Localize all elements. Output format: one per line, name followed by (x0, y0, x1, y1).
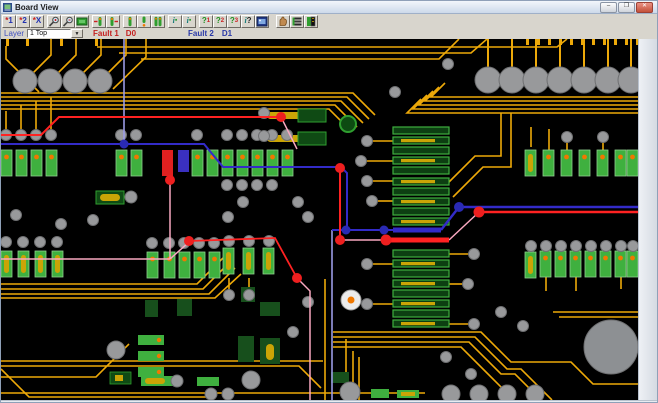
green-via (340, 116, 356, 132)
maximize-button[interactable]: ❐ (618, 2, 635, 13)
testpoint-single-button[interactable] (123, 15, 137, 28)
query-info-button[interactable]: i? (241, 15, 255, 28)
zoom-in-button[interactable] (47, 15, 61, 28)
toolbar: *1 *2 *X i▪ i▪ ?1 ?2 ?3 i? (1, 14, 657, 28)
app-icon (3, 3, 12, 12)
window-frame-right (638, 39, 657, 400)
layers-icon (291, 16, 303, 27)
board-canvas[interactable] (1, 39, 638, 400)
fault2-highlighted-pad (178, 150, 189, 172)
layer-bar: Layer 1 Top ▼ Fault 1 D0 Fault 2 D1 (1, 28, 657, 39)
fault1-net-name: D0 (126, 29, 136, 38)
fault1-highlighted-pad (162, 150, 173, 176)
zoom-out-icon (62, 16, 74, 27)
hand-icon (277, 16, 289, 27)
component-info-a-button[interactable]: i▪ (168, 15, 182, 28)
close-button[interactable]: ✕ (636, 2, 653, 13)
query-net-1-button[interactable]: ?1 (199, 15, 213, 28)
dropdown-arrow-icon[interactable]: ▼ (71, 29, 83, 38)
title-bar: Board View – ❐ ✕ (1, 1, 657, 14)
snapshot-icon (256, 16, 268, 27)
window-title: Board View (15, 3, 58, 12)
snapshot-button[interactable] (255, 15, 269, 28)
assign-probe-1-button[interactable]: *1 (2, 15, 16, 28)
testpoint-icon (124, 16, 136, 27)
query-net-3-button[interactable]: ?3 (227, 15, 241, 28)
layer-selected-value: 1 Top (27, 29, 71, 38)
green-square-icon: ▪ (189, 17, 191, 25)
probe-left-icon (93, 16, 105, 27)
fault2-label: Fault 2 (188, 29, 214, 38)
board-view-window: Board View – ❐ ✕ *1 *2 *X i▪ i▪ ?1 ?2 ?3… (0, 0, 658, 403)
query-net-2-button[interactable]: ?2 (213, 15, 227, 28)
green-square-icon: ▪ (175, 17, 177, 25)
fault2-net-name: D1 (222, 29, 232, 38)
testpoint-alert-button[interactable] (137, 15, 151, 28)
assign-probe-2-button[interactable]: *2 (16, 15, 30, 28)
board-outline-icon (76, 16, 88, 27)
layer-dropdown[interactable]: 1 Top ▼ (27, 29, 83, 38)
board-side-icon (305, 16, 317, 27)
board-side-button[interactable] (304, 15, 318, 28)
pan-button[interactable] (276, 15, 290, 28)
fit-board-button[interactable] (75, 15, 89, 28)
zoom-in-icon (48, 16, 60, 27)
probe-right-icon (107, 16, 119, 27)
fault1-label: Fault 1 (93, 29, 119, 38)
zoom-out-button[interactable] (61, 15, 75, 28)
testpoint-pair-button[interactable] (151, 15, 165, 28)
layer-label: Layer (4, 29, 24, 38)
probe-right-button[interactable] (106, 15, 120, 28)
testpoint-alert-icon (138, 16, 150, 27)
layer-stack-button[interactable] (290, 15, 304, 28)
mounting-hole (584, 320, 638, 374)
component-info-b-button[interactable]: i▪ (182, 15, 196, 28)
testpoint-pair-icon (152, 16, 164, 27)
probe-left-button[interactable] (92, 15, 106, 28)
minimize-button[interactable]: – (600, 2, 617, 13)
assign-probe-x-button[interactable]: *X (30, 15, 44, 28)
